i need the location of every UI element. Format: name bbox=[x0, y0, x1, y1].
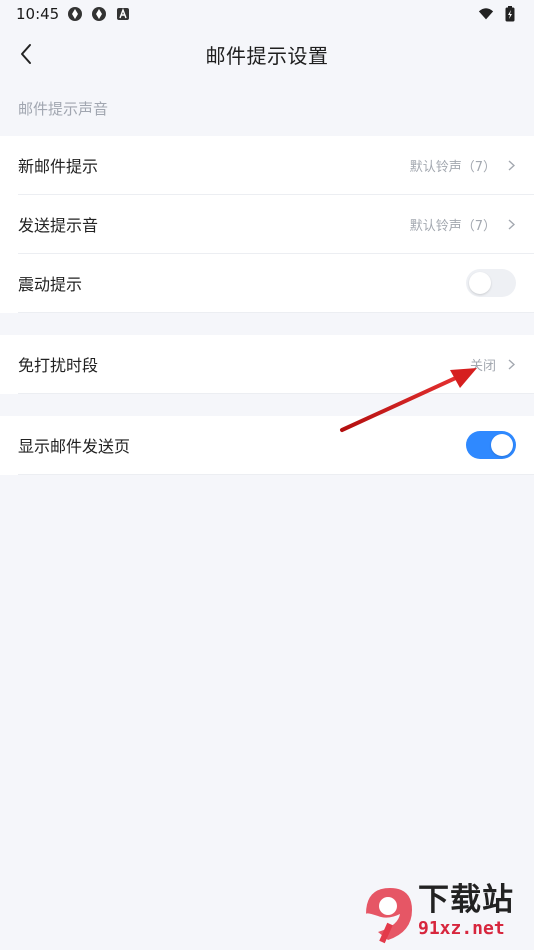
chevron-left-icon bbox=[21, 44, 31, 64]
sync-icon bbox=[67, 6, 83, 22]
chevron-right-icon bbox=[506, 159, 516, 171]
chevron-right-icon bbox=[506, 218, 516, 230]
row-show-send-page: 显示邮件发送页 bbox=[18, 416, 534, 475]
status-time: 10:45 bbox=[16, 5, 60, 23]
row-label: 免打扰时段 bbox=[18, 356, 99, 375]
row-vibrate-alert: 震动提示 bbox=[18, 254, 534, 313]
row-value: 默认铃声（7） bbox=[409, 159, 496, 175]
row-label: 新邮件提示 bbox=[18, 157, 99, 176]
wifi-icon bbox=[478, 6, 494, 22]
sync-icon bbox=[91, 6, 107, 22]
row-new-mail-alert[interactable]: 新邮件提示 默认铃声（7） bbox=[18, 136, 534, 195]
show-send-page-toggle[interactable] bbox=[466, 431, 516, 459]
settings-group-dnd: 免打扰时段 关闭 bbox=[0, 335, 534, 394]
toggle-knob bbox=[469, 272, 491, 294]
row-right: 默认铃声（7） bbox=[410, 156, 516, 175]
status-right bbox=[478, 6, 518, 22]
row-value: 默认铃声（7） bbox=[409, 218, 496, 234]
toggle-knob bbox=[491, 434, 513, 456]
nav-bar: 邮件提示设置 bbox=[0, 28, 534, 80]
watermark-cn: 下载站 bbox=[418, 882, 514, 918]
section-header-sound: 邮件提示声音 bbox=[18, 99, 109, 118]
row-value: 关闭 bbox=[469, 358, 496, 374]
watermark-url: 91xz.net bbox=[418, 918, 505, 939]
battery-charging-icon bbox=[502, 6, 518, 22]
row-send-sound[interactable]: 发送提示音 默认铃声（7） bbox=[18, 195, 534, 254]
vibrate-toggle[interactable] bbox=[466, 269, 516, 297]
status-left: 10:45 bbox=[16, 5, 131, 23]
chevron-right-icon bbox=[506, 358, 516, 370]
settings-group-display: 显示邮件发送页 bbox=[0, 416, 534, 475]
watermark-text: 下载站 91xz.net bbox=[418, 884, 530, 942]
row-label: 显示邮件发送页 bbox=[18, 437, 131, 456]
settings-group-sound: 新邮件提示 默认铃声（7） 发送提示音 默认铃声（7） 震动提示 bbox=[0, 136, 534, 313]
app-a-icon bbox=[115, 6, 131, 22]
status-bar: 10:45 bbox=[0, 0, 534, 28]
row-do-not-disturb[interactable]: 免打扰时段 关闭 bbox=[18, 335, 534, 394]
row-right: 默认铃声（7） bbox=[410, 215, 516, 234]
row-right: 关闭 bbox=[470, 355, 516, 374]
watermark: 下载站 91xz.net bbox=[360, 884, 530, 946]
row-label: 发送提示音 bbox=[18, 216, 99, 235]
row-label: 震动提示 bbox=[18, 275, 83, 294]
watermark-logo-icon bbox=[366, 888, 412, 944]
page-title: 邮件提示设置 bbox=[205, 43, 329, 68]
back-button[interactable] bbox=[12, 40, 40, 68]
